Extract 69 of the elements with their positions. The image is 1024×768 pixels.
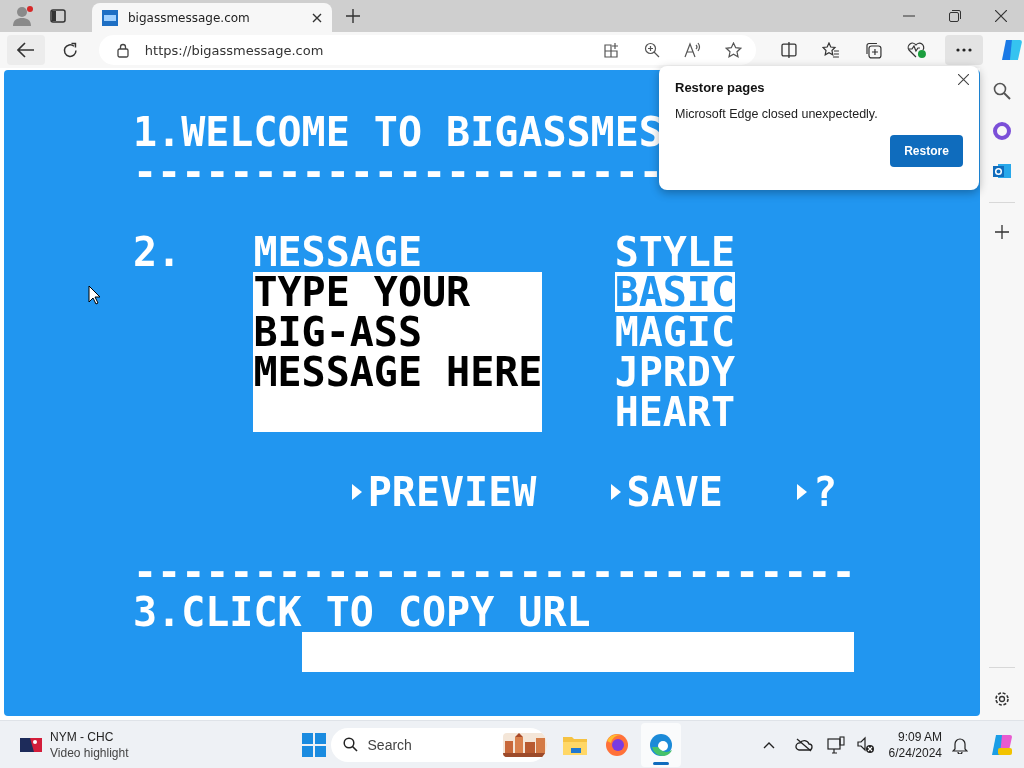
profile-icon[interactable]: [12, 5, 34, 27]
clock-date[interactable]: 6/24/2024: [888, 744, 942, 761]
clock-time[interactable]: 9:09 AM: [897, 728, 942, 745]
settings-icon[interactable]: [993, 690, 1011, 708]
search-icon: [342, 737, 358, 752]
copilot-icon[interactable]: [1000, 38, 1024, 62]
read-aloud-icon[interactable]: [684, 42, 702, 58]
lock-icon: [116, 42, 129, 58]
triangle-icon: [349, 481, 364, 503]
dashed-rule: ----------------------: [133, 152, 663, 192]
style-label: STYLE: [614, 232, 736, 272]
section-heading: 3.CLICK TO COPY URL: [133, 592, 591, 632]
firefox-icon[interactable]: [604, 732, 629, 757]
heart-pulse-icon[interactable]: [907, 41, 928, 59]
apps-icon[interactable]: [604, 42, 621, 58]
widget-title[interactable]: NYM - CHC: [50, 728, 129, 745]
more-icon: [956, 48, 973, 52]
favorite-star-icon[interactable]: [725, 41, 743, 59]
baseball-logo-icon[interactable]: [20, 737, 42, 752]
site-favicon-icon: [102, 9, 118, 26]
cloud-off-icon[interactable]: [794, 736, 813, 753]
url-field[interactable]: [301, 632, 854, 672]
browser-tab[interactable]: bigassmessage.com: [92, 3, 332, 32]
chevron-up-icon[interactable]: [762, 740, 775, 749]
edge-taskbar-button[interactable]: [640, 722, 681, 767]
address-bar[interactable]: https://bigassmessage.com: [98, 35, 757, 65]
close-tab-icon[interactable]: [312, 12, 322, 23]
collections-icon[interactable]: [865, 41, 883, 59]
outlook-icon[interactable]: [993, 162, 1011, 180]
close-icon[interactable]: [958, 74, 969, 85]
taskbar-search-field[interactable]: Search: [330, 727, 547, 762]
mouse-cursor-icon: [88, 285, 101, 305]
style-option[interactable]: HEART: [614, 392, 736, 432]
network-monitor-icon[interactable]: [826, 735, 845, 754]
new-tab-icon[interactable]: [346, 9, 360, 23]
section-heading: 1.WELCOME TO BIGASSMES: [133, 112, 663, 152]
bell-icon[interactable]: [952, 735, 968, 754]
office-icon[interactable]: [993, 122, 1011, 140]
tab-actions-icon[interactable]: [50, 8, 66, 24]
popup-message: Microsoft Edge closed unexpectedly.: [675, 107, 878, 121]
close-window-icon[interactable]: [995, 10, 1007, 22]
speaker-muted-icon[interactable]: [856, 735, 875, 754]
message-field[interactable]: TYPE YOUR BIG-ASS MESSAGE HERE: [253, 272, 543, 432]
zoom-icon[interactable]: [644, 42, 661, 58]
copilot-icon[interactable]: [990, 732, 1014, 757]
action-link[interactable]: ?: [795, 472, 838, 512]
more-button[interactable]: [945, 35, 984, 65]
message-label: MESSAGE: [253, 232, 423, 272]
split-screen-icon[interactable]: [781, 42, 798, 58]
widget-subtitle[interactable]: Video highlight: [50, 744, 129, 761]
refresh-icon[interactable]: [61, 41, 79, 59]
dashed-rule: ------------------------------: [133, 552, 856, 592]
windows-start-icon[interactable]: [301, 732, 326, 757]
action-link[interactable]: SAVE: [608, 472, 723, 512]
action-link[interactable]: PREVIEW: [349, 472, 537, 512]
style-option[interactable]: MAGIC: [614, 312, 736, 352]
triangle-icon: [608, 481, 623, 503]
restore-button[interactable]: Restore: [890, 135, 963, 167]
section-number: 2.: [133, 229, 182, 275]
style-option[interactable]: JPRDY: [614, 352, 736, 392]
popup-title: Restore pages: [675, 80, 765, 95]
style-option[interactable]: BASIC: [614, 272, 736, 312]
favorites-icon[interactable]: [822, 42, 841, 58]
restore-icon[interactable]: [949, 10, 961, 22]
folder-icon[interactable]: [562, 734, 587, 755]
back-icon[interactable]: [16, 42, 35, 58]
search-icon[interactable]: [993, 82, 1011, 100]
edge-icon: [648, 732, 673, 757]
add-icon[interactable]: [995, 225, 1009, 239]
